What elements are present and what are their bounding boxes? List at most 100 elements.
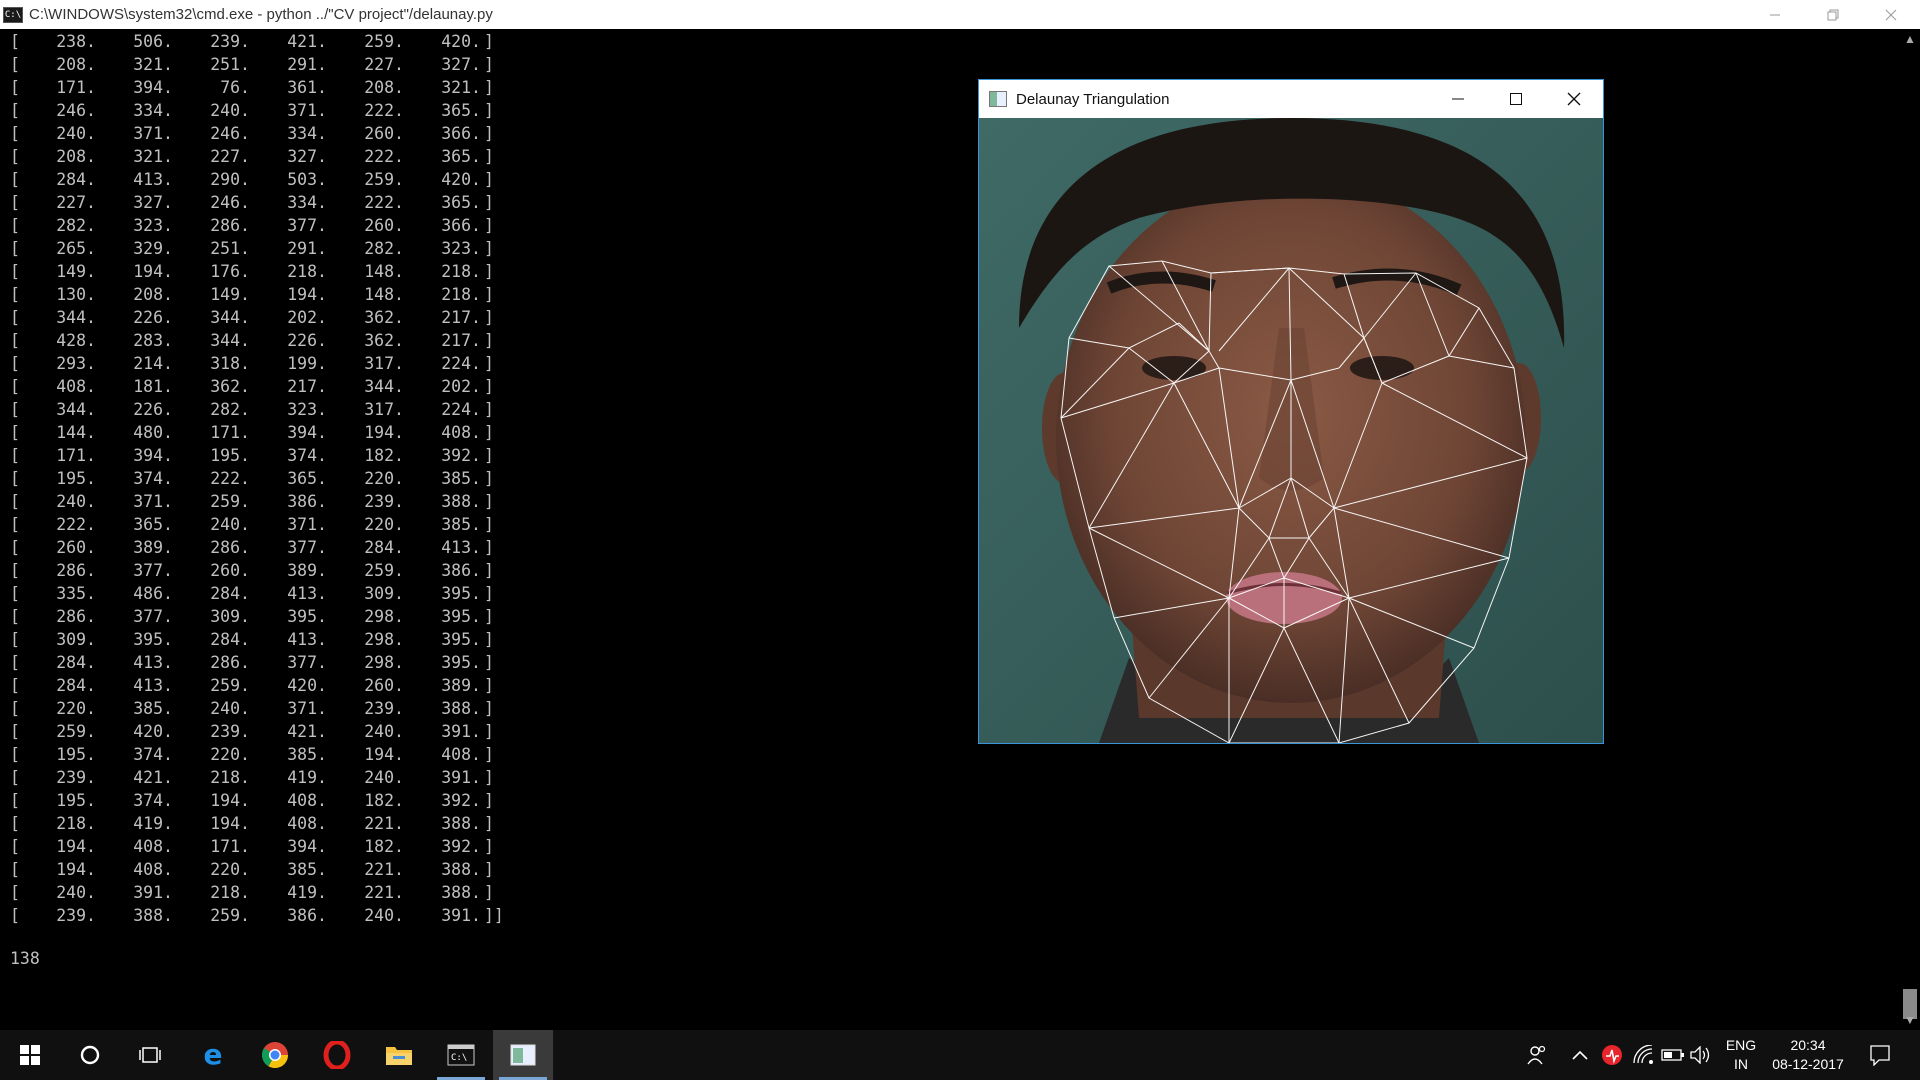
row-open-bracket: [ — [10, 262, 20, 281]
console-value: 371. — [133, 124, 173, 143]
console-value: 148. — [364, 262, 404, 281]
row-open-bracket: [ — [10, 630, 20, 649]
console-minimize-button[interactable] — [1746, 0, 1804, 29]
show-hidden-icons-button[interactable] — [1566, 1030, 1594, 1080]
cortana-button[interactable] — [60, 1030, 120, 1080]
console-close-button[interactable] — [1862, 0, 1920, 29]
console-value: 220. — [56, 699, 96, 718]
triangle-count-output: 138 — [10, 949, 40, 968]
console-value: 420. — [441, 170, 481, 189]
console-value: 366. — [441, 216, 481, 235]
console-row: [222. 365. 240. 371. 220. 385.] — [10, 513, 1890, 536]
console-value: 240. — [210, 101, 250, 120]
console-value: 76. — [220, 78, 250, 97]
console-titlebar[interactable]: C:\ C:\WINDOWS\system32\cmd.exe - python… — [0, 0, 1920, 29]
console-restore-button[interactable] — [1804, 0, 1862, 29]
row-close-bracket: ] — [484, 699, 494, 718]
console-app-icon: C:\ — [3, 6, 23, 23]
console-value: 385. — [133, 699, 173, 718]
console-value: 395. — [287, 607, 327, 626]
console-value: 420. — [287, 676, 327, 695]
console-row: [195. 374. 194. 408. 182. 392.] — [10, 789, 1890, 812]
action-center-button[interactable] — [1850, 1030, 1910, 1080]
task-view-button[interactable] — [120, 1030, 180, 1080]
opera-button[interactable] — [307, 1030, 367, 1080]
clock[interactable]: 20:34 08-12-2017 — [1766, 1036, 1850, 1074]
volume-tray-button[interactable] — [1687, 1030, 1715, 1080]
console-value: 239. — [210, 32, 250, 51]
network-tray-button[interactable] — [1628, 1030, 1658, 1080]
delaunay-close-button[interactable] — [1545, 80, 1603, 118]
taskbar: e C:\ ENG IN 20:34 08-12-2017 — [0, 1030, 1920, 1080]
console-row: [246. 334. 240. 371. 222. 365.] — [10, 99, 1890, 122]
console-title: C:\WINDOWS\system32\cmd.exe - python ../… — [29, 6, 493, 23]
console-row: [218. 419. 194. 408. 221. 388.] — [10, 812, 1890, 835]
row-open-bracket: [ — [10, 860, 20, 879]
console-value: 240. — [56, 124, 96, 143]
edge-button[interactable]: e — [183, 1030, 243, 1080]
row-open-bracket: [ — [10, 515, 20, 534]
console-value: 284. — [56, 676, 96, 695]
cmd-button[interactable]: C:\ — [431, 1030, 491, 1080]
row-close-bracket: ] — [484, 653, 494, 672]
svg-text:C:\: C:\ — [451, 1053, 467, 1063]
close-icon — [1885, 9, 1897, 20]
console-value: 217. — [441, 308, 481, 327]
antivirus-tray-button[interactable] — [1597, 1030, 1627, 1080]
chrome-button[interactable] — [245, 1030, 305, 1080]
console-value: 290. — [210, 170, 250, 189]
scroll-down-arrow-icon[interactable]: ▼ — [1900, 1010, 1920, 1030]
console-value: 239. — [56, 906, 96, 925]
console-value: 171. — [56, 78, 96, 97]
row-close-bracket: ] — [484, 400, 494, 419]
console-value: 195. — [56, 469, 96, 488]
console-value: 284. — [210, 630, 250, 649]
console-row: [194. 408. 220. 385. 221. 388.] — [10, 858, 1890, 881]
face-triangulation-graphic — [979, 118, 1603, 743]
row-close-bracket: ] — [484, 147, 494, 166]
file-explorer-button[interactable] — [369, 1030, 429, 1080]
battery-icon — [1661, 1049, 1684, 1061]
delaunay-window-title: Delaunay Triangulation — [1016, 90, 1170, 108]
console-value: 419. — [287, 768, 327, 787]
row-open-bracket: [ — [10, 837, 20, 856]
people-button[interactable] — [1522, 1030, 1552, 1080]
input-language-indicator[interactable]: ENG IN — [1716, 1036, 1766, 1074]
console-value: 240. — [56, 492, 96, 511]
console-scrollbar[interactable]: ▲ ▼ — [1900, 29, 1920, 1030]
console-row: [344. 226. 282. 323. 317. 224.] — [10, 398, 1890, 421]
delaunay-minimize-button[interactable] — [1429, 80, 1487, 118]
console-value: 222. — [364, 193, 404, 212]
console-value: 394. — [287, 423, 327, 442]
console-value: 202. — [287, 308, 327, 327]
console-row: [408. 181. 362. 217. 344. 202.] — [10, 375, 1890, 398]
console-value: 218. — [210, 883, 250, 902]
console-value: 334. — [133, 101, 173, 120]
row-close-bracket: ] — [484, 32, 494, 51]
battery-tray-button[interactable] — [1658, 1030, 1688, 1080]
console-row: [284. 413. 259. 420. 260. 389.] — [10, 674, 1890, 697]
chevron-up-icon — [1572, 1050, 1588, 1060]
delaunay-window-titlebar[interactable]: Delaunay Triangulation — [979, 80, 1603, 118]
console-value: 284. — [56, 653, 96, 672]
scroll-up-arrow-icon[interactable]: ▲ — [1900, 29, 1920, 49]
console-value: 259. — [210, 492, 250, 511]
start-button[interactable] — [0, 1030, 60, 1080]
console-value: 282. — [210, 400, 250, 419]
chrome-icon — [261, 1042, 289, 1069]
row-open-bracket: [ — [10, 377, 20, 396]
console-value: 394. — [133, 446, 173, 465]
row-close-bracket: ] — [484, 78, 494, 97]
console-row: [335. 486. 284. 413. 309. 395.] — [10, 582, 1890, 605]
console-value: 240. — [364, 768, 404, 787]
row-open-bracket: [ — [10, 446, 20, 465]
delaunay-maximize-button[interactable] — [1487, 80, 1545, 118]
console-value: 386. — [287, 906, 327, 925]
row-close-bracket: ] — [484, 791, 494, 810]
console-output[interactable]: [238. 506. 239. 421. 259. 420.] [208. 321. 251. 2… — [10, 30, 1890, 1030]
console-value: 420. — [441, 32, 481, 51]
delaunay-window[interactable]: Delaunay Triangulation — [978, 79, 1604, 744]
maximize-icon — [1510, 93, 1522, 105]
console-value: 226. — [287, 331, 327, 350]
cv-window-button[interactable] — [493, 1030, 553, 1080]
